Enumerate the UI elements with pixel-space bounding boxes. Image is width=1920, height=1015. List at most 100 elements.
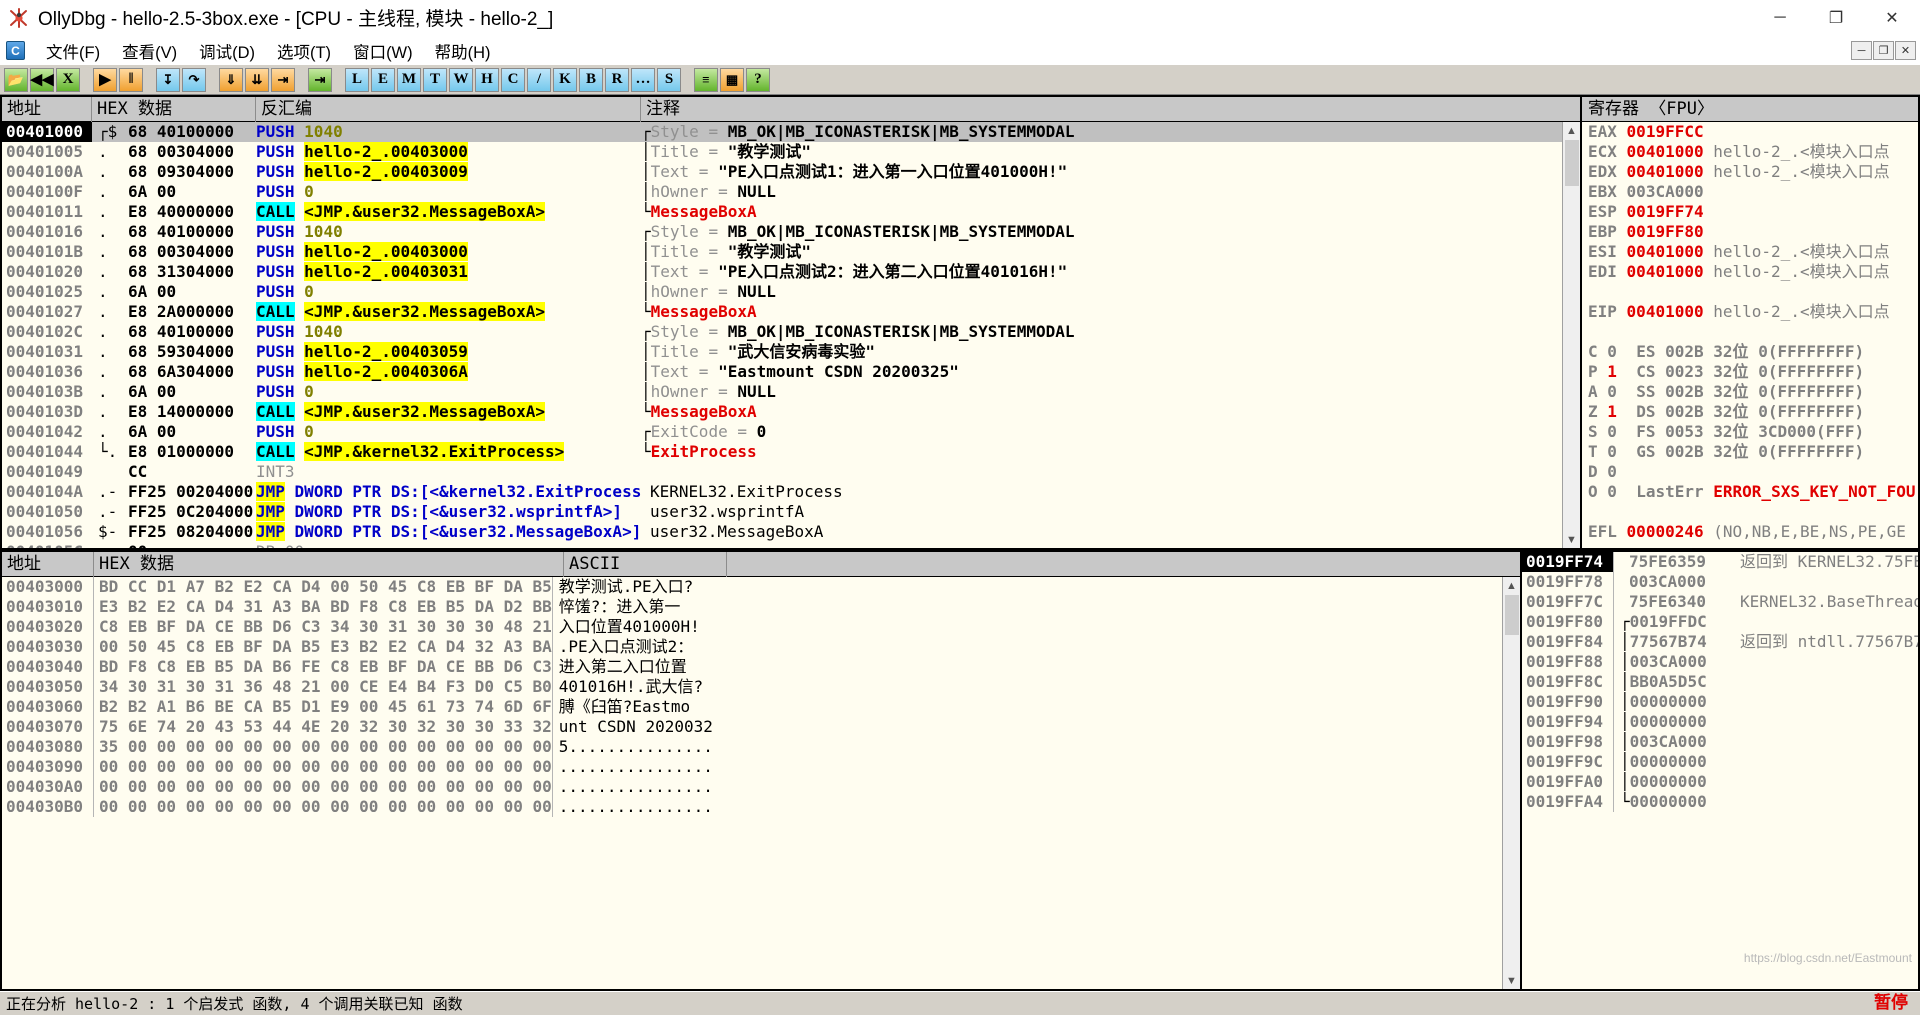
registers-rows[interactable]: EAX 0019FFCC ECX 00401000 hello-2_.<模块入口点… xyxy=(1582,122,1918,548)
restart-icon[interactable]: ◀◀ xyxy=(30,67,54,92)
dump-row[interactable]: 00403030 00 50 45 C8 EB BF DA B5 E3 B2 E2… xyxy=(2,637,1502,657)
disassembly-row[interactable]: 00401056 $- FF25 08204000 JMP DWORD PTR DS:… xyxy=(2,522,1562,542)
run-icon[interactable]: ▶ xyxy=(93,67,117,92)
scroll-thumb[interactable] xyxy=(1564,140,1579,186)
stack-row[interactable]: 0019FF84 │77567B74 返回到 ntdll.77567B7 xyxy=(1522,632,1918,652)
segment-value[interactable]: 0053 xyxy=(1665,422,1704,441)
dump-row[interactable]: 00403010 E3 B2 E2 CA D4 31 A3 BA BD F8 C8… xyxy=(2,597,1502,617)
dump-col-extra[interactable] xyxy=(727,552,1520,577)
disassembly-row[interactable]: 00401000 ┌$ 68 40100000 PUSH 1040 ┌Style = M… xyxy=(2,122,1562,142)
stack-row[interactable]: 0019FF94 │00000000 xyxy=(1522,712,1918,732)
trace-into-icon[interactable]: ⇓ xyxy=(219,67,243,92)
register-value[interactable]: 0019FF80 xyxy=(1627,222,1704,241)
stack-row[interactable]: 0019FF98 │003CA000 xyxy=(1522,732,1918,752)
col-comment[interactable]: 注释 xyxy=(641,97,1580,122)
dump-row[interactable]: 00403040 BD F8 C8 EB B5 DA B6 FE C8 EB BF… xyxy=(2,657,1502,677)
register-value[interactable]: 00401000 xyxy=(1627,242,1704,261)
dump-rows[interactable]: 00403000 BD CC D1 A7 B2 E2 CA D4 00 50 45… xyxy=(2,577,1502,989)
disassembly-row[interactable]: 00401042. 6A 00 PUSH 0 ┌ExitCode = 0 xyxy=(2,422,1562,442)
menu-file[interactable]: 文件(F) xyxy=(35,37,111,65)
stack-row[interactable]: 0019FF74 75FE6359 返回到 KERNEL32.75FE xyxy=(1522,552,1918,572)
dump-row[interactable]: 00403090 00 00 00 00 00 00 00 00 00 00 00… xyxy=(2,757,1502,777)
flag-value[interactable]: 1 xyxy=(1607,362,1617,381)
stack-row[interactable]: 0019FF8C │BB0A5D5C xyxy=(1522,672,1918,692)
trace-over-icon[interactable]: ⇊ xyxy=(245,67,269,92)
threads-icon[interactable]: T xyxy=(423,67,447,92)
run-trace-icon[interactable]: … xyxy=(631,67,655,92)
dump-row[interactable]: 00403050 34 30 31 30 31 36 48 21 00 CE E4… xyxy=(2,677,1502,697)
disassembly-row[interactable]: 0040102C. 68 40100000 PUSH 1040 ┌Style = MB… xyxy=(2,322,1562,342)
scroll-thumb[interactable] xyxy=(1504,595,1519,635)
dump-vscrollbar[interactable]: ▲ ▼ xyxy=(1502,577,1520,989)
dump-row[interactable]: 00403000 BD CC D1 A7 B2 E2 CA D4 00 50 45… xyxy=(2,577,1502,597)
efl-value[interactable]: 00000246 xyxy=(1627,522,1704,541)
disassembly-row[interactable]: 0040103B. 6A 00 PUSH 0 │hOwner = NULL xyxy=(2,382,1562,402)
disassembly-row[interactable]: 0040104A .- FF25 00204000 JMP DWORD PTR DS:… xyxy=(2,482,1562,502)
disassembly-row[interactable]: 00401049 CC INT3 xyxy=(2,462,1562,482)
log-window-icon[interactable]: L xyxy=(345,67,369,92)
menu-options[interactable]: 选项(T) xyxy=(266,37,342,65)
disassembly-row[interactable]: 00401036. 68 6A304000 PUSH hello-2_.004030… xyxy=(2,362,1562,382)
disassembly-row[interactable]: 00401016. 68 40100000 PUSH 1040 ┌Style = MB… xyxy=(2,222,1562,242)
disassembly-row[interactable]: 00401031. 68 59304000 PUSH hello-2_.004030… xyxy=(2,342,1562,362)
stack-row[interactable]: 0019FF78 003CA000 xyxy=(1522,572,1918,592)
flag-value[interactable]: 0 xyxy=(1607,342,1617,361)
mdi-restore[interactable]: ❐ xyxy=(1873,41,1894,60)
minimize-button[interactable]: ─ xyxy=(1752,0,1808,36)
step-into-icon[interactable]: ↧ xyxy=(156,67,180,92)
register-value[interactable]: 0019FFCC xyxy=(1627,122,1704,141)
col-address[interactable]: 地址 xyxy=(2,97,92,122)
mdi-minimize[interactable]: ─ xyxy=(1851,41,1872,60)
patches-icon[interactable]: / xyxy=(527,67,551,92)
step-over-icon[interactable]: ↷ xyxy=(182,67,206,92)
references-icon[interactable]: R xyxy=(605,67,629,92)
pause-icon[interactable]: ‖ xyxy=(119,67,143,92)
scroll-up-icon[interactable]: ▲ xyxy=(1562,122,1580,139)
flag-value[interactable]: 0 xyxy=(1607,462,1617,481)
menu-view[interactable]: 查看(V) xyxy=(111,37,188,65)
stack-row[interactable]: 0019FF88 │003CA000 xyxy=(1522,652,1918,672)
stack-row[interactable]: 0019FF7C 75FE6340 KERNEL32.BaseThreadI xyxy=(1522,592,1918,612)
execute-till-return-icon[interactable]: ⇥ xyxy=(271,67,295,92)
segment-value[interactable]: 002B xyxy=(1665,442,1704,461)
segment-value[interactable]: 0023 xyxy=(1665,362,1704,381)
scroll-track[interactable] xyxy=(1563,186,1581,531)
dump-row[interactable]: 004030A0 00 00 00 00 00 00 00 00 00 00 00… xyxy=(2,777,1502,797)
scroll-down-icon[interactable]: ▼ xyxy=(1502,972,1520,989)
flag-value[interactable]: 0 xyxy=(1607,382,1617,401)
register-value[interactable]: 00401000 xyxy=(1627,262,1704,281)
stack-row[interactable]: 0019FF90 │00000000 xyxy=(1522,692,1918,712)
flag-value[interactable]: 0 xyxy=(1607,422,1617,441)
col-hex-dump[interactable]: HEX 数据 xyxy=(92,97,256,122)
appearance-icon[interactable]: ▦ xyxy=(720,67,744,92)
dump-row[interactable]: 00403070 75 6E 74 20 43 53 44 4E 20 32 30… xyxy=(2,717,1502,737)
register-value[interactable]: 00401000 xyxy=(1627,142,1704,161)
handles-icon[interactable]: H xyxy=(475,67,499,92)
stack-row[interactable]: 0019FF80 ┌0019FFDC xyxy=(1522,612,1918,632)
menu-window[interactable]: 窗口(W) xyxy=(342,37,424,65)
help-icon[interactable]: ? xyxy=(746,67,770,92)
scroll-track[interactable] xyxy=(1503,635,1521,972)
col-disassembly[interactable]: 反汇编 xyxy=(256,97,641,122)
disassembly-row[interactable]: 00401044 └. E8 01000000 CALL <JMP.&kernel32… xyxy=(2,442,1562,462)
disassembly-row[interactable]: 00401020. 68 31304000 PUSH hello-2_.004030… xyxy=(2,262,1562,282)
dump-col-address[interactable]: 地址 xyxy=(2,552,94,577)
scroll-down-icon[interactable]: ▼ xyxy=(1562,531,1580,548)
register-value[interactable]: 00401000 xyxy=(1627,162,1704,181)
stack-row[interactable]: 0019FFA4 └00000000 xyxy=(1522,792,1918,812)
disassembly-row[interactable]: 00401005. 68 00304000 PUSH hello-2_.004030… xyxy=(2,142,1562,162)
scroll-up-icon[interactable]: ▲ xyxy=(1502,577,1520,594)
flag-value[interactable]: 1 xyxy=(1607,402,1617,421)
disassembly-row[interactable]: 0040105C 00DB 00 xyxy=(2,542,1562,548)
source-icon[interactable]: S xyxy=(657,67,681,92)
open-file-icon[interactable]: 📂 xyxy=(4,67,28,92)
disassembly-row[interactable]: 00401011. E8 40000000 CALL <JMP.&user32.Me… xyxy=(2,202,1562,222)
dump-row[interactable]: 00403060 B2 B2 A1 B6 BE CA B5 D1 E9 00 45… xyxy=(2,697,1502,717)
register-value[interactable]: 00401000 xyxy=(1627,302,1704,321)
disassembly-row[interactable]: 00401027. E8 2A000000 CALL <JMP.&user32.Me… xyxy=(2,302,1562,322)
menu-debug[interactable]: 调试(D) xyxy=(188,37,266,65)
disassembly-vscrollbar[interactable]: ▲ ▼ xyxy=(1562,122,1580,548)
stack-row[interactable]: 0019FF9C │00000000 xyxy=(1522,752,1918,772)
windows-icon[interactable]: W xyxy=(449,67,473,92)
disassembly-row[interactable]: 00401050 .- FF25 0C204000 JMP DWORD PTR DS:… xyxy=(2,502,1562,522)
